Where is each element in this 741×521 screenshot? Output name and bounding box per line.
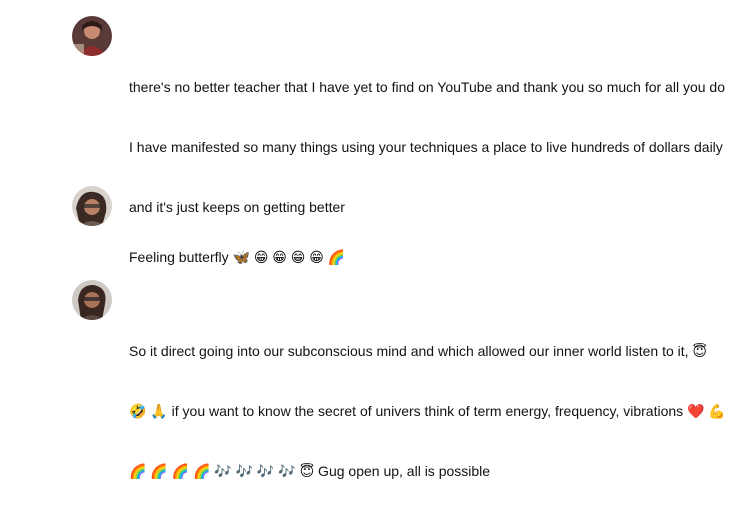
comment-line: Feeling butterfly 🦋 😁 😁 😁 😁 🌈 — [129, 249, 346, 265]
user-avatar-icon — [72, 280, 112, 320]
comment-line: I have manifested so many things using y… — [129, 139, 723, 155]
user-avatar-icon — [72, 16, 112, 56]
avatar[interactable] — [72, 16, 112, 56]
comment-line: So it direct going into our subconscious… — [129, 343, 708, 359]
comment-line: 🤣 🙏 if you want to know the secret of un… — [129, 403, 726, 419]
comment-text: So it direct going into our subconscious… — [129, 301, 734, 521]
avatar[interactable] — [72, 280, 112, 320]
avatar[interactable] — [72, 186, 112, 226]
comment-text: Feeling butterfly 🦋 😁 😁 😁 😁 🌈 — [129, 207, 734, 307]
user-avatar-icon — [72, 186, 112, 226]
comment-line: there's no better teacher that I have ye… — [129, 79, 725, 95]
comment-line: 🌈 🌈 🌈 🌈 🎶 🎶 🎶 🎶 😇 Gug open up, all is po… — [129, 463, 491, 479]
